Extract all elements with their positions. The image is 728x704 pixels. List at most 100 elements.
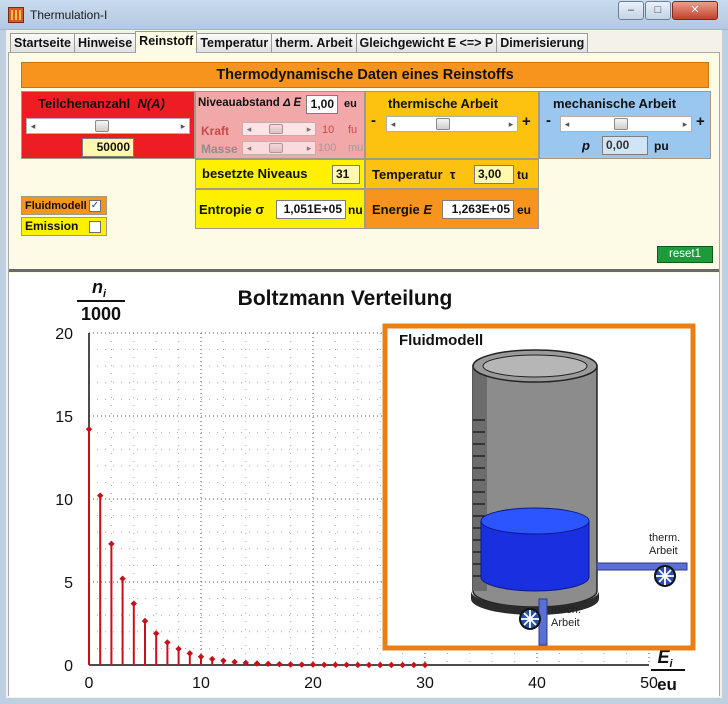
mech-arbeit-label: mechanische Arbeit [553, 96, 677, 111]
title-bar: Thermulation-I ‒ □ ✕ [0, 0, 728, 30]
entropie-cell: Entropie σ 1,051E+05 nu [195, 189, 365, 229]
xlabel-den: eu [657, 675, 677, 694]
niveau-input[interactable]: 1,00 [306, 95, 338, 114]
slider-right-arrow-icon[interactable]: ▸ [679, 117, 691, 131]
tab-gleichgewicht[interactable]: Gleichgewicht E <=> P [355, 33, 498, 53]
temperatur-label: Temperatur τ [372, 167, 456, 182]
tab-reinstoff[interactable]: Reinstoff [135, 31, 198, 53]
slider-thumb[interactable] [614, 118, 629, 130]
panel-separator [9, 269, 719, 272]
control-panel: Thermodynamische Daten eines Reinstoffs … [9, 53, 719, 263]
tab-therm-arbeit[interactable]: therm. Arbeit [271, 33, 357, 53]
energie-unit: eu [517, 203, 532, 217]
mech-label-1: mech. [551, 604, 581, 616]
emission-checkbox[interactable]: Emission [21, 217, 107, 236]
therm-arbeit-cell: thermische Arbeit - ◂ ▸ + [365, 91, 539, 159]
checkbox-check-icon[interactable]: ✓ [89, 200, 101, 212]
mech-plus-button[interactable]: + [696, 113, 705, 130]
mech-arbeit-slider[interactable]: ◂ ▸ [560, 116, 692, 132]
kraft-unit: fu [348, 124, 358, 136]
entropie-label: Entropie σ [199, 202, 265, 217]
fluidmodell-checkbox[interactable]: Fluidmodell ✓ [21, 196, 107, 215]
slider-thumb[interactable] [94, 120, 109, 132]
energie-label: Energie E [372, 202, 432, 217]
temperatur-cell: Temperatur τ 3,00 tu [365, 159, 539, 189]
slider-thumb[interactable] [435, 118, 450, 130]
tab-temperatur[interactable]: Temperatur [196, 33, 273, 53]
fluidmodell-label: Fluidmodell [25, 200, 87, 212]
therm-plus-button[interactable]: + [522, 113, 531, 130]
y-tick-label: 10 [55, 492, 73, 509]
therm-pipe [596, 562, 688, 571]
y-tick-label: 0 [64, 658, 73, 675]
close-button[interactable]: ✕ [672, 1, 718, 20]
p-value: 0,00 [602, 136, 648, 155]
teilchen-cell: Teilchenanzahl N(A) ◂ ▸ 50000 [21, 91, 195, 159]
energie-value: 1,263E+05 [442, 200, 514, 219]
minimize-button[interactable]: ‒ [618, 1, 644, 20]
teilchen-input[interactable]: 50000 [82, 138, 134, 157]
tab-dimerisierung[interactable]: Dimerisierung [496, 33, 589, 53]
masse-unit: mu [348, 142, 364, 154]
p-label: p [582, 138, 590, 153]
mech-minus-button[interactable]: - [546, 112, 551, 129]
slider-left-arrow-icon[interactable]: ◂ [387, 117, 399, 131]
inset-title: Fluidmodell [399, 332, 483, 349]
x-tick-label: 40 [528, 675, 546, 692]
slider-thumb[interactable] [268, 124, 283, 134]
temperatur-input[interactable]: 3,00 [474, 165, 514, 184]
slider-right-arrow-icon[interactable]: ▸ [303, 142, 315, 154]
p-unit: pu [654, 139, 669, 153]
x-tick-label: 10 [192, 675, 210, 692]
fluid-surface [480, 507, 590, 535]
x-tick-label: 20 [304, 675, 322, 692]
slider-left-arrow-icon[interactable]: ◂ [243, 123, 255, 135]
niveau-cell: Niveauabstand Δ E 1,00 eu Kraft ◂ ▸ 10 f… [195, 91, 365, 159]
y-tick-label: 5 [64, 575, 73, 592]
y-tick-label: 20 [55, 326, 73, 343]
fluidmodell-inset: Fluidmodell therm. Arbeit mech. Arbeit [382, 323, 696, 651]
kraft-slider[interactable]: ◂ ▸ [242, 122, 316, 136]
slider-thumb[interactable] [268, 143, 283, 153]
slider-left-arrow-icon[interactable]: ◂ [243, 142, 255, 154]
teilchen-slider[interactable]: ◂ ▸ [26, 118, 190, 134]
x-tick-label: 0 [85, 675, 94, 692]
checkbox-empty-icon[interactable] [89, 221, 101, 233]
therm-arbeit-label: thermische Arbeit [388, 96, 499, 111]
x-tick-label: 50 [640, 675, 658, 692]
tab-bar: Startseite Hinweise Reinstoff Temperatur… [10, 31, 589, 53]
niveau-label: Niveauabstand Δ E [198, 97, 302, 109]
plot-area: 0 5 10 15 20 0 10 20 30 40 50 Boltzmann Verteilung… [9, 273, 719, 697]
teilchen-label: Teilchenanzahl N(A) [38, 96, 165, 111]
masse-slider[interactable]: ◂ ▸ [242, 141, 316, 155]
entropie-unit: nu [348, 203, 363, 217]
niveau-unit: eu [344, 98, 357, 110]
temperatur-unit: tu [517, 168, 529, 182]
ylabel-den: 1000 [81, 304, 121, 324]
masse-label: Masse [201, 142, 238, 156]
slider-right-arrow-icon[interactable]: ▸ [303, 123, 315, 135]
energie-cell: Energie E 1,263E+05 eu [365, 189, 539, 229]
tab-startseite[interactable]: Startseite [10, 33, 75, 53]
therm-arbeit-slider[interactable]: ◂ ▸ [386, 116, 518, 132]
entropie-value: 1,051E+05 [276, 200, 346, 219]
slider-left-arrow-icon[interactable]: ◂ [561, 117, 573, 131]
cylinder-opening [482, 354, 588, 378]
reset-button[interactable]: reset1 [657, 246, 713, 263]
slider-right-arrow-icon[interactable]: ▸ [177, 119, 189, 133]
tab-panel-reinstoff: Thermodynamische Daten eines Reinstoffs … [8, 52, 720, 697]
client-area: Startseite Hinweise Reinstoff Temperatur… [6, 30, 722, 698]
slider-left-arrow-icon[interactable]: ◂ [27, 119, 39, 133]
mech-arbeit-cell: mechanische Arbeit - ◂ ▸ + p 0,00 pu [539, 91, 711, 159]
kraft-label: Kraft [201, 124, 230, 138]
chart-title: Boltzmann Verteilung [238, 287, 453, 310]
window-title: Thermulation-I [30, 8, 108, 22]
besetzte-value: 31 [332, 165, 360, 184]
besetzte-label: besetzte Niveaus [202, 166, 308, 181]
therm-minus-button[interactable]: - [371, 112, 376, 129]
emission-label: Emission [25, 219, 79, 233]
maximize-button[interactable]: □ [645, 1, 671, 20]
tab-hinweise[interactable]: Hinweise [73, 33, 137, 53]
y-tick-label: 15 [55, 409, 73, 426]
slider-right-arrow-icon[interactable]: ▸ [505, 117, 517, 131]
